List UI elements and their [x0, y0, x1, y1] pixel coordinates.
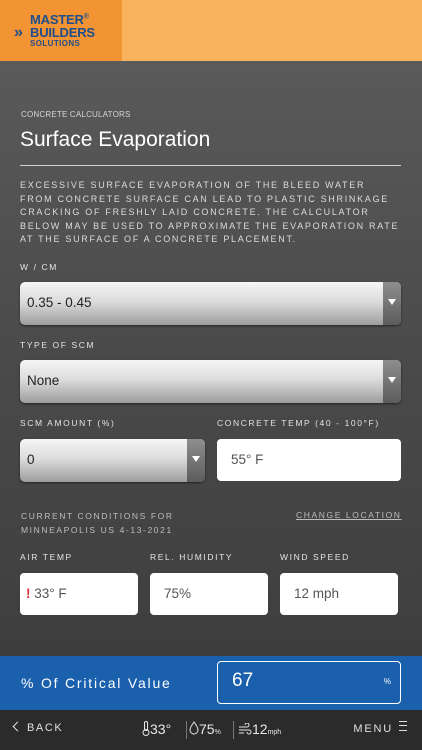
wind-speed-input[interactable]: 12 mph [280, 573, 398, 615]
menu-button[interactable]: MENU [353, 721, 407, 735]
chevron-down-icon [383, 282, 401, 325]
wind-unit: mph [267, 729, 282, 736]
hamburger-icon [399, 721, 407, 731]
page-title: Surface Evaporation [20, 128, 211, 151]
chevron-left-icon [12, 721, 23, 732]
wind-speed-label: WIND SPEED [280, 552, 350, 562]
result-unit: % [383, 677, 391, 686]
chevrons-icon: » [14, 24, 23, 41]
wcm-select-value: 0.35 - 0.45 [27, 295, 92, 310]
temp-value: 33° [150, 721, 172, 737]
temp-stat: 33° [142, 721, 171, 737]
back-button[interactable]: BACK [12, 721, 64, 734]
result-label: % Of Critical Value [21, 675, 172, 691]
droplet-icon [189, 721, 199, 735]
humidity-input[interactable]: 75% [150, 573, 268, 615]
result-value: 67 [232, 670, 254, 691]
back-label: BACK [27, 722, 64, 734]
scm-type-label: TYPE OF SCM [20, 340, 96, 350]
scm-type-select-value: None [27, 373, 60, 388]
conditions-line-2: MINNEAPOLIS US 4-13-2021 [21, 524, 173, 535]
brand-logo[interactable]: » MASTER® BUILDERS SOLUTIONS [0, 0, 122, 61]
logo-line-2: BUILDERS [30, 25, 95, 40]
humidity-label: REL. HUMIDITY [150, 552, 234, 562]
scm-amount-select[interactable]: 0 [20, 439, 205, 482]
wind-stat-value: 12 [252, 721, 268, 737]
concrete-temp-label: CONCRETE TEMP (40 - 100°F) [217, 418, 380, 428]
result-output: 67 % [217, 661, 401, 704]
concrete-temp-value: 55° F [231, 452, 264, 467]
app-header: » MASTER® BUILDERS SOLUTIONS [0, 0, 422, 61]
scm-amount-select-value: 0 [27, 452, 35, 467]
current-conditions: CURRENT CONDITIONS FOR MINNEAPOLIS US 4-… [21, 510, 174, 537]
warning-icon: ! [26, 586, 31, 601]
breadcrumb[interactable]: CONCRETE CALCULATORS [21, 110, 131, 119]
wind-stat: 12mph [238, 721, 281, 737]
conditions-line-1: CURRENT CONDITIONS FOR [21, 511, 174, 521]
stat-divider [186, 721, 187, 739]
air-temp-value: 33° F [34, 586, 67, 601]
scm-amount-label: SCM AMOUNT (%) [20, 418, 116, 428]
air-temp-label: AIR TEMP [20, 552, 73, 562]
concrete-temp-input[interactable]: 55° F [217, 439, 401, 481]
thermometer-icon [142, 721, 150, 736]
humidity-unit: % [214, 729, 221, 736]
title-divider [20, 165, 401, 166]
wcm-label: W / CM [20, 262, 58, 272]
wcm-select[interactable]: 0.35 - 0.45 [20, 282, 401, 325]
humidity-stat-value: 75 [199, 721, 215, 737]
chevron-down-icon [187, 439, 205, 482]
stat-divider [233, 721, 234, 739]
bottom-bar: BACK 33° 75% 12mph MENU [0, 710, 422, 750]
scm-type-select[interactable]: None [20, 360, 401, 403]
change-location-link[interactable]: CHANGE LOCATION [296, 510, 402, 520]
humidity-stat: 75% [189, 721, 221, 737]
wind-icon [239, 722, 252, 735]
wind-speed-value: 12 mph [294, 586, 340, 601]
humidity-value: 75% [164, 586, 192, 601]
calculator-panel: CONCRETE CALCULATORS Surface Evaporation… [0, 61, 422, 656]
description: EXCESSIVE SURFACE EVAPORATION OF THE BLE… [20, 180, 400, 244]
menu-label: MENU [353, 723, 393, 735]
air-temp-input[interactable]: ! 33° F [20, 573, 138, 615]
chevron-down-icon [383, 360, 401, 403]
logo-line-3: SOLUTIONS [30, 39, 81, 48]
result-band: % Of Critical Value 67 % [0, 656, 422, 710]
